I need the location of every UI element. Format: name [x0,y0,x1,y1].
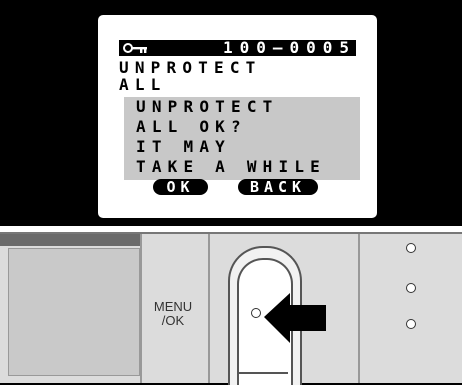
menu-title-line2: ALL [119,75,167,94]
ok-button[interactable]: OK [153,179,208,195]
indicator-lamp [406,243,416,253]
dialog-line: ALL OK? [136,117,247,136]
dialog-line: IT MAY [136,137,231,156]
menu-ok-label: MENU /OK [148,300,198,328]
panel-shadow [0,234,140,246]
button-edge [238,372,288,374]
button-marker-icon [251,308,261,318]
panel-divider [208,234,210,383]
panel-divider [358,234,360,383]
press-arrow-icon [264,293,326,343]
menu-title-line1: UNPROTECT [119,58,262,77]
frame-number: 100—0005 [222,38,356,57]
ok-label: /OK [161,313,185,328]
status-bar: 100—0005 [119,40,356,56]
confirm-dialog: UNPROTECT ALL OK? IT MAY TAKE A WHILE [124,97,360,180]
grip-panel [8,248,140,376]
indicator-lamp [406,283,416,293]
lcd-screen: 100—0005 UNPROTECT ALL UNPROTECT ALL OK?… [98,15,377,218]
back-button[interactable]: BACK [238,179,318,195]
indicator-lamp [406,319,416,329]
dialog-line: UNPROTECT [136,97,279,116]
key-icon [123,43,147,53]
panel-divider [140,234,142,383]
menu-title: UNPROTECT ALL [119,59,262,93]
menu-label: MENU [153,299,193,314]
dialog-line: TAKE A WHILE [136,157,326,176]
